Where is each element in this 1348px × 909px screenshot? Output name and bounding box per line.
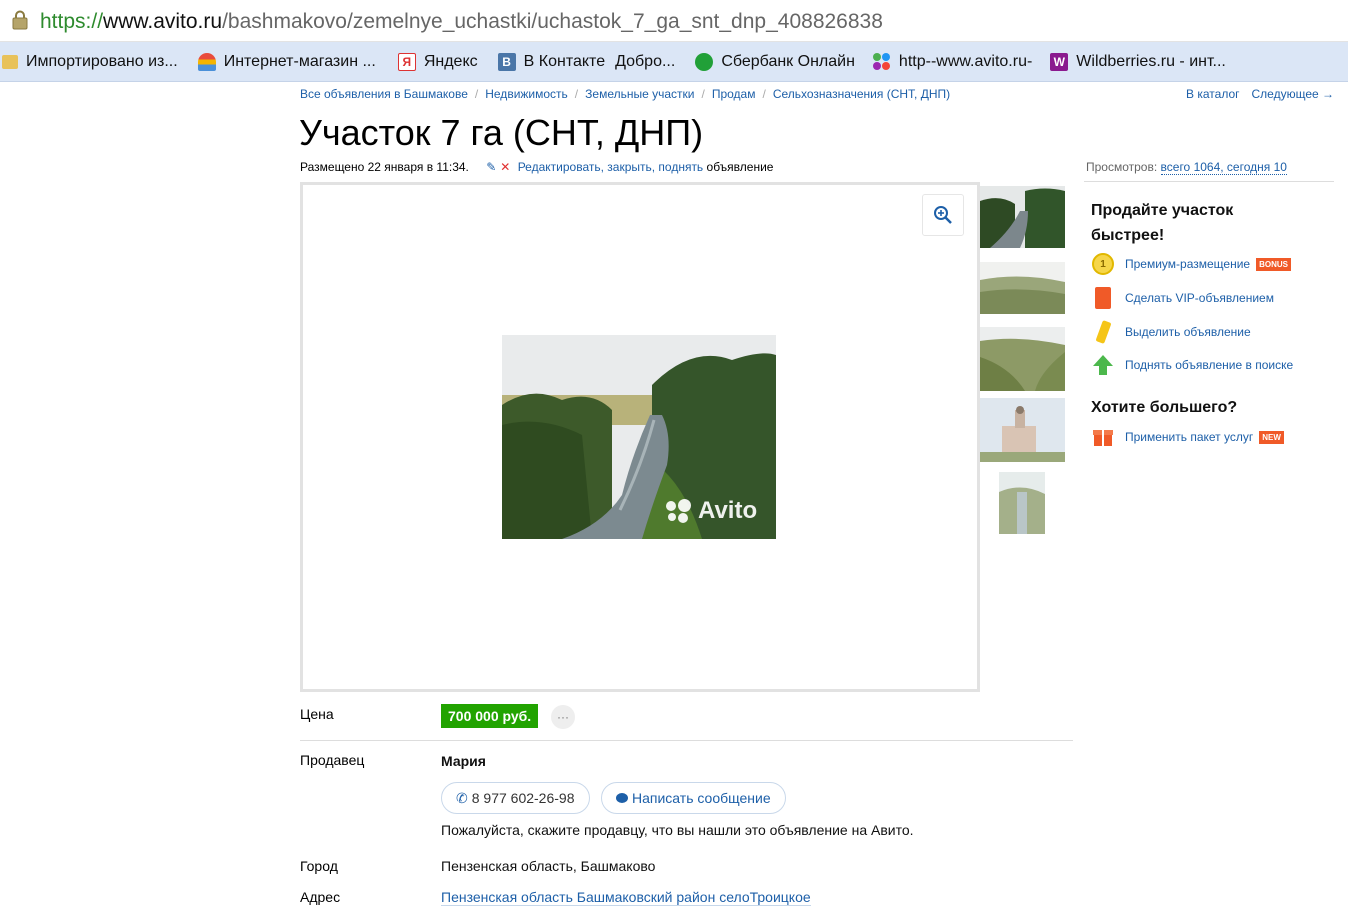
promo-heading: Продайте участок быстрее! [1091,202,1234,244]
coin-icon: 1 [1091,252,1115,276]
highlight-link[interactable]: Выделить объявление [1091,320,1251,344]
url-text[interactable]: https://www.avito.ru/bashmakovo/zemelnye… [40,9,883,35]
thumbnail-image [980,398,1065,462]
write-message-button[interactable]: Написать сообщение [601,782,786,814]
yandex-icon: Я [397,52,416,71]
views-counter: Просмотров: всего 1064, сегодня 10 [1086,160,1287,175]
pencil-icon[interactable]: ✎ [486,160,496,174]
city-value: Пензенская область, Башмаково [441,858,656,874]
thumbnail-image [980,186,1065,248]
bookmark-vkontakte[interactable]: B В Контакте [490,42,613,82]
thumbnail-4[interactable] [980,398,1065,462]
phone-button[interactable]: ✆ 8 977 602-26-98 [441,782,590,814]
vip-icon [1091,286,1115,310]
bookmark-sberbank[interactable]: Сбербанк Онлайн [687,42,863,82]
thumbnail-1[interactable] [980,186,1065,248]
posted-info: Размещено 22 января в 11:34. ✎ ✕ Редактир… [300,160,773,174]
price-value: 700 000 руб. [441,704,539,728]
zoom-in-icon [934,206,952,224]
seller-name: Мария [441,753,486,769]
shop-icon [197,52,216,71]
next-link[interactable]: Следующее → [1252,87,1335,101]
thumbnail-image [980,327,1065,391]
page-title: Участок 7 га (СНТ, ДНП) [299,112,704,153]
avito-watermark: Avito [666,497,757,525]
thumbnail-image [980,262,1065,314]
city-label: Город [300,858,338,874]
catalog-link[interactable]: В каталог [1186,87,1239,101]
bookmark-wildberries[interactable]: W Wildberries.ru - инт... [1042,42,1234,82]
arrow-up-icon [1091,353,1115,377]
breadcrumb-all-ads[interactable]: Все объявления в Башмакове [300,87,468,101]
phone-icon: ✆ [456,789,468,806]
seller-label: Продавец [300,752,365,768]
package-link[interactable]: Применить пакет услуг NEW [1091,425,1284,449]
seller-note: Пожалуйста, скажите продавцу, что вы наш… [441,822,914,838]
address-label: Адрес [300,889,341,905]
package-icon [1091,425,1115,449]
zoom-button[interactable] [922,194,964,236]
price-label: Цена [300,706,334,722]
thumbnail-image [999,472,1045,534]
more-button[interactable]: ··· [551,705,575,729]
vip-link[interactable]: Сделать VIP-объявлением [1091,286,1274,310]
views-count[interactable]: всего 1064, сегодня 10 [1160,160,1287,175]
address-link[interactable]: Пензенская область Башмаковский район се… [441,889,811,906]
lock-icon [12,10,28,30]
highlighter-icon [1091,320,1115,344]
breadcrumb-land[interactable]: Земельные участки [585,87,694,101]
breadcrumb-sell[interactable]: Продам [712,87,756,101]
bookmark-yandex[interactable]: Я Яндекс [390,42,486,82]
raise-link[interactable]: Поднять объявление в поиске [1091,353,1293,377]
bookmark-shop[interactable]: Интернет-магазин ... [190,42,384,82]
address-bar[interactable]: https://www.avito.ru/bashmakovo/zemelnye… [0,0,1348,42]
avito-icon [872,52,891,71]
breadcrumb-agri[interactable]: Сельхозназначения (СНТ, ДНП) [773,87,950,101]
edit-suffix: объявление [706,160,774,174]
close-icon[interactable]: ✕ [500,160,510,174]
thumbnail-5[interactable] [999,472,1045,534]
thumbnail-3[interactable] [980,327,1065,391]
wildberries-icon: W [1050,52,1069,71]
folder-icon [2,54,18,69]
avito-logo-icon [666,499,694,523]
bookmarks-bar: Импортировано из... Интернет-магазин ...… [0,42,1348,82]
edit-links[interactable]: Редактировать, закрыть, поднять [518,160,703,174]
breadcrumb: Все объявления в Башмакове / Недвижимость /… [300,87,951,101]
bonus-badge: BONUS [1256,257,1291,271]
divider [1084,181,1334,182]
premium-link[interactable]: 1 Премиум-размещение BONUS [1091,252,1291,276]
vk-icon: B [497,52,516,71]
bookmark-avito[interactable]: http--www.avito.ru- [865,42,1040,82]
bookmark-dobro[interactable]: Добро... [613,42,683,82]
breadcrumb-realty[interactable]: Недвижимость [485,87,568,101]
promo-heading-more: Хотите большего? [1091,399,1238,416]
posted-date: Размещено 22 января в 11:34. [300,160,469,174]
divider [300,740,1073,741]
sberbank-icon [695,52,714,71]
bookmark-imported[interactable]: Импортировано из... [0,42,186,82]
new-badge: NEW [1259,430,1284,444]
chat-bubble-icon [616,793,628,803]
thumbnail-2[interactable] [980,262,1065,314]
listing-nav: В каталог Следующее → [1186,87,1334,101]
